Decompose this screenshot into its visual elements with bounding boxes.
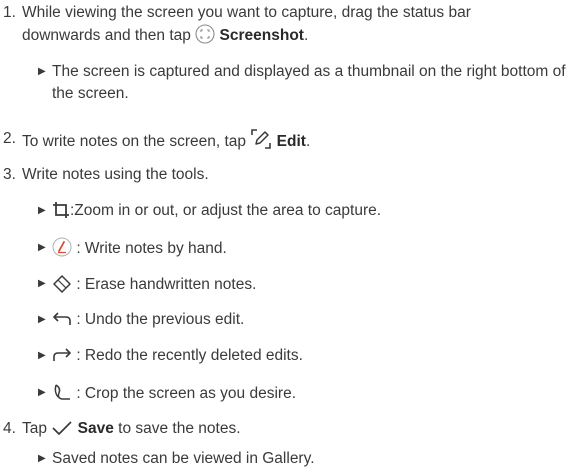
step-number: 1.	[3, 4, 16, 21]
crop-description: : Crop the screen as you desire.	[76, 385, 297, 402]
step-text: To write notes on the screen, tap Edit.	[22, 128, 310, 153]
step-2-text-after: .	[305, 133, 311, 150]
redo-description: : Redo the recently deleted edits.	[76, 347, 303, 364]
bullet-text: : Undo the previous edit.	[52, 309, 244, 331]
step-number: 4.	[3, 420, 16, 437]
bullet-marker: ▶	[38, 453, 46, 464]
undo-icon	[52, 310, 72, 328]
checkmark-icon	[51, 419, 73, 437]
step-1-text-after: .	[303, 27, 309, 44]
edit-icon	[250, 128, 272, 150]
step-number: 3.	[3, 166, 16, 183]
step-2-text: To write notes on the screen, tap	[22, 133, 247, 150]
bullet-marker: ▶	[38, 66, 46, 77]
bullet-text: The screen is captured and displayed as …	[52, 63, 566, 102]
step-number: 2.	[3, 130, 16, 147]
redo-icon	[52, 346, 72, 364]
bullet-text: Saved notes can be viewed in Gallery.	[52, 450, 315, 467]
step-4-text: Tap	[22, 420, 47, 437]
save-label: Save	[77, 420, 114, 437]
step-4-text-after: to save the notes.	[118, 420, 241, 437]
pen-icon	[52, 237, 72, 257]
screenshot-label: Screenshot	[219, 27, 304, 44]
bullet-text: :Zoom in or out, or adjust the area to c…	[52, 200, 381, 222]
bullet-text: : Write notes by hand.	[52, 237, 227, 260]
edit-label: Edit	[276, 133, 306, 150]
crop-frame-description: :Zoom in or out, or adjust the area to c…	[70, 202, 382, 219]
step-text: Write notes using the tools.	[22, 166, 209, 183]
bullet-marker: ▶	[38, 205, 46, 216]
bullet-marker: ▶	[38, 350, 46, 361]
undo-description: : Undo the previous edit.	[76, 311, 245, 328]
bullet-text: : Crop the screen as you desire.	[52, 382, 296, 405]
eraser-icon	[52, 273, 72, 293]
step-text: Tap Save to save the notes.	[22, 418, 241, 440]
bullet-text: : Redo the recently deleted edits.	[52, 345, 303, 367]
bullet-marker: ▶	[38, 387, 46, 398]
pen-description: : Write notes by hand.	[76, 240, 227, 257]
crop-frame-icon	[52, 201, 70, 219]
bullet-marker: ▶	[38, 278, 46, 289]
crop-icon	[52, 382, 72, 402]
step-text: While viewing the screen you want to cap…	[22, 2, 552, 47]
screenshot-icon	[195, 24, 215, 44]
bullet-text: : Erase handwritten notes.	[52, 273, 256, 296]
bullet-marker: ▶	[38, 314, 46, 325]
eraser-description: : Erase handwritten notes.	[76, 276, 257, 293]
bullet-marker: ▶	[38, 242, 46, 253]
